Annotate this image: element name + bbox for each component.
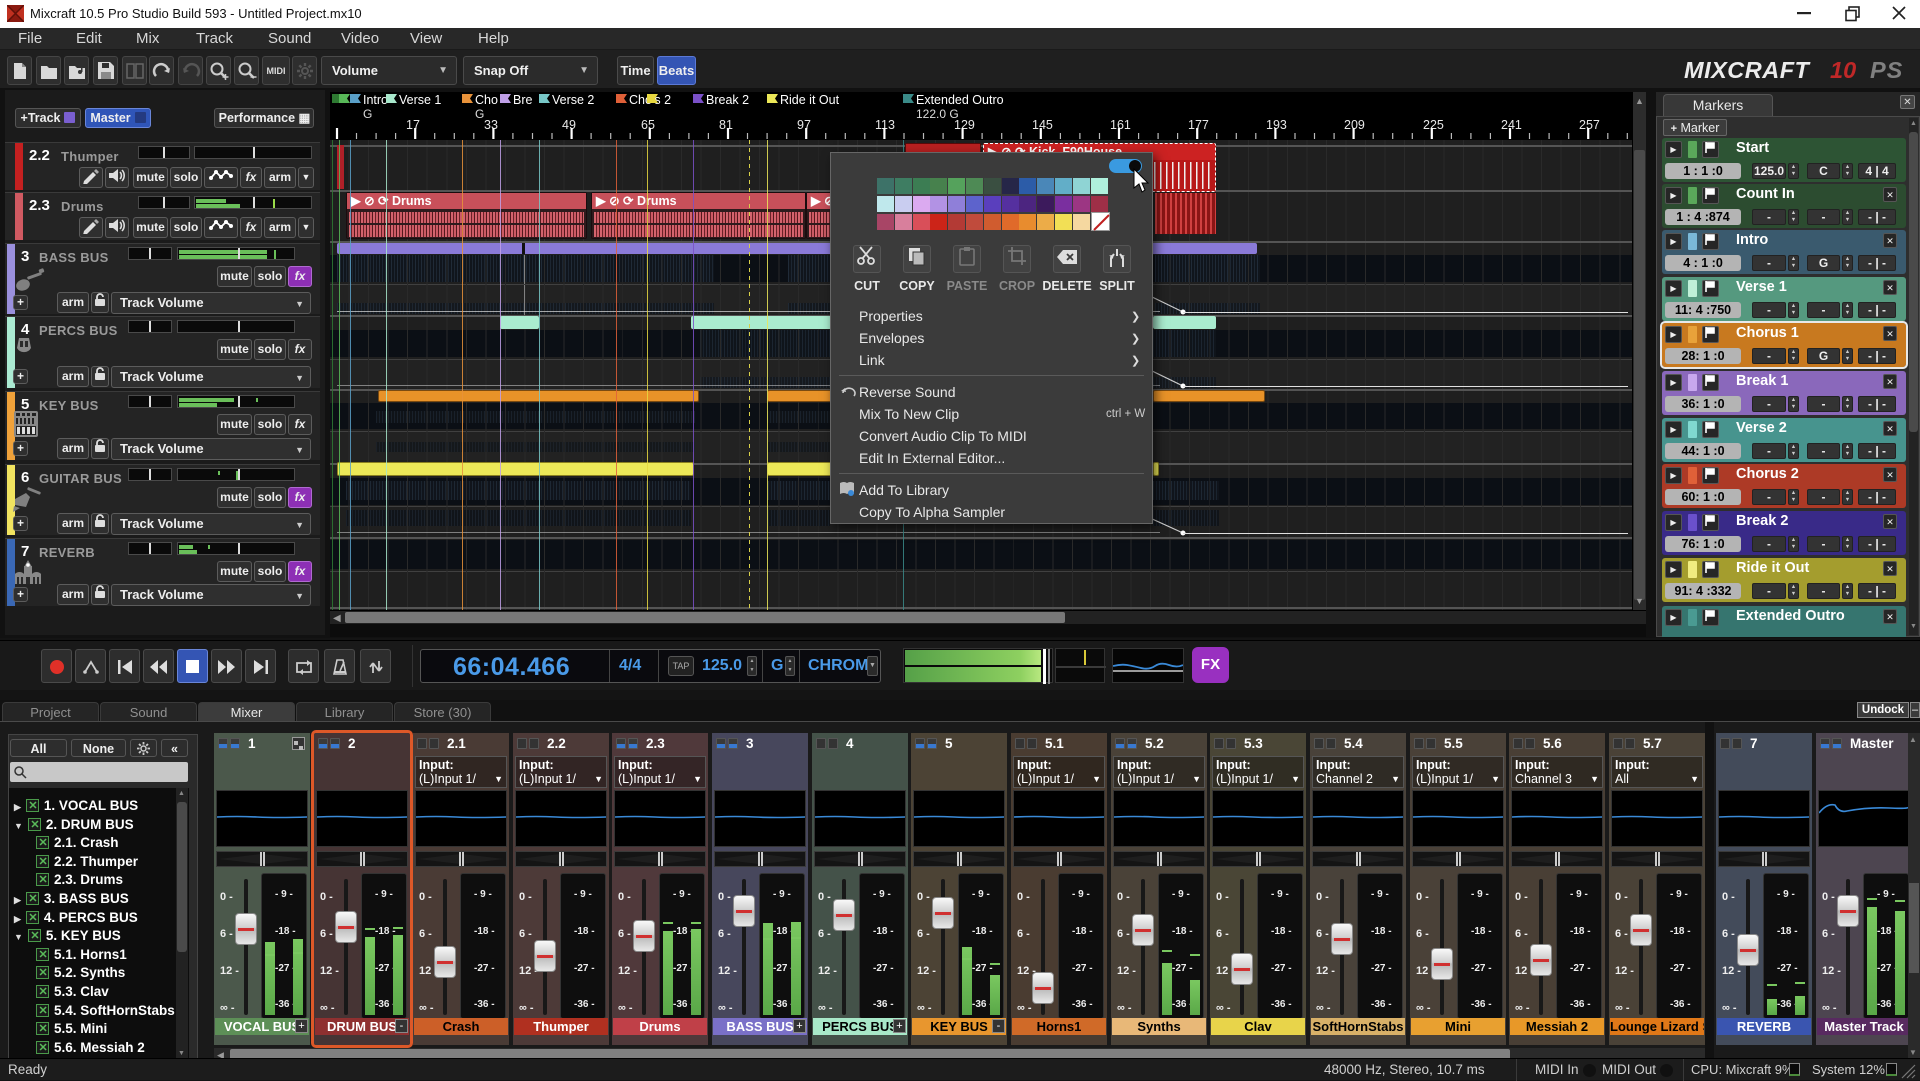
svg-text:MIXCRAFT: MIXCRAFT xyxy=(1684,57,1811,83)
svg-text:PS: PS xyxy=(1870,57,1903,83)
svg-text:10: 10 xyxy=(1830,57,1856,83)
